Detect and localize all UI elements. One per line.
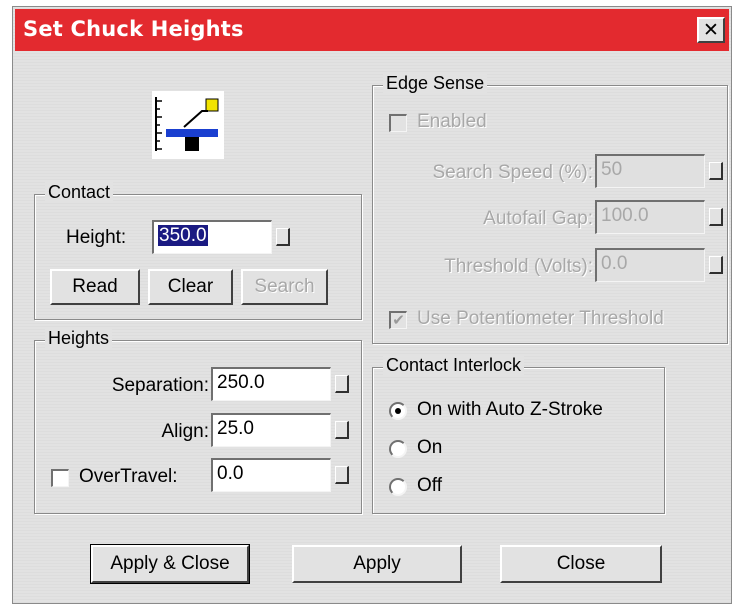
separation-label: Separation: [111, 375, 209, 396]
close-window-button[interactable]: ✕ [697, 17, 725, 43]
set-chuck-heights-dialog: Set Chuck Heights ✕ Contact Height: 350.… [12, 6, 732, 604]
align-label: Align: [161, 421, 209, 442]
contact-legend: Contact [45, 182, 114, 203]
align-value: 25.0 [217, 418, 254, 439]
threshold-field[interactable]: 0.0 [595, 248, 705, 282]
clear-button[interactable]: Clear [148, 269, 233, 305]
overtravel-field[interactable]: 0.0 [211, 458, 331, 492]
search-button[interactable]: Search [241, 269, 328, 305]
align-field[interactable]: 25.0 [211, 413, 331, 447]
edge-sense-enabled-checkbox[interactable] [389, 114, 407, 132]
threshold-value: 0.0 [601, 253, 628, 274]
height-value: 350.0 [158, 225, 208, 246]
edge-sense-group: Edge Sense Enabled Search Speed (%): 50 … [372, 73, 728, 344]
close-button[interactable]: Close [500, 545, 662, 583]
overtravel-label: OverTravel: [79, 466, 178, 487]
contact-group: Contact Height: 350.0 Read Clear Search [34, 182, 362, 320]
autofail-gap-value: 100.0 [601, 205, 649, 226]
edge-sense-enabled-label: Enabled [417, 111, 487, 132]
interlock-option-on[interactable]: On [417, 437, 442, 459]
threshold-label: Threshold (Volts): [444, 256, 593, 277]
edge-sense-legend: Edge Sense [383, 73, 488, 94]
interlock-option-auto-z[interactable]: On with Auto Z-Stroke [417, 399, 603, 421]
separation-field[interactable]: 250.0 [211, 367, 331, 401]
search-speed-label: Search Speed (%): [432, 162, 593, 183]
interlock-radio-on[interactable] [389, 440, 407, 458]
chuck-height-icon [152, 91, 224, 159]
close-icon: ✕ [703, 19, 719, 41]
height-label: Height: [66, 227, 127, 248]
heights-group: Heights Separation: 250.0 Align: 25.0 Ov… [34, 328, 362, 514]
search-speed-spin-button[interactable] [709, 162, 723, 180]
apply-button[interactable]: Apply [292, 545, 462, 583]
threshold-spin-button[interactable] [709, 256, 723, 274]
use-potentiometer-label: Use Potentiometer Threshold [417, 308, 664, 329]
search-speed-value: 50 [601, 159, 623, 180]
read-button[interactable]: Read [50, 269, 140, 305]
overtravel-checkbox[interactable] [51, 469, 69, 487]
heights-legend: Heights [45, 328, 113, 349]
overtravel-spin-button[interactable] [335, 466, 349, 484]
window-title: Set Chuck Heights [23, 17, 244, 41]
separation-value: 250.0 [217, 372, 265, 393]
height-field[interactable]: 350.0 [152, 220, 272, 254]
autofail-gap-field[interactable]: 100.0 [595, 200, 705, 234]
use-potentiometer-checkbox[interactable]: ✔ [389, 311, 407, 329]
search-speed-field[interactable]: 50 [595, 154, 705, 188]
autofail-gap-spin-button[interactable] [709, 208, 723, 226]
align-spin-button[interactable] [335, 421, 349, 439]
title-bar[interactable]: Set Chuck Heights ✕ [15, 9, 729, 51]
height-spin-button[interactable] [276, 228, 290, 246]
autofail-gap-label: Autofail Gap: [483, 208, 593, 229]
interlock-radio-auto-z[interactable] [389, 402, 407, 420]
apply-and-close-button[interactable]: Apply & Close [90, 544, 250, 584]
separation-spin-button[interactable] [335, 375, 349, 393]
interlock-option-off[interactable]: Off [417, 475, 442, 497]
overtravel-value: 0.0 [217, 463, 244, 484]
contact-interlock-legend: Contact Interlock [383, 355, 525, 376]
interlock-radio-off[interactable] [389, 478, 407, 496]
contact-interlock-group: Contact Interlock On with Auto Z-Stroke … [372, 355, 665, 514]
